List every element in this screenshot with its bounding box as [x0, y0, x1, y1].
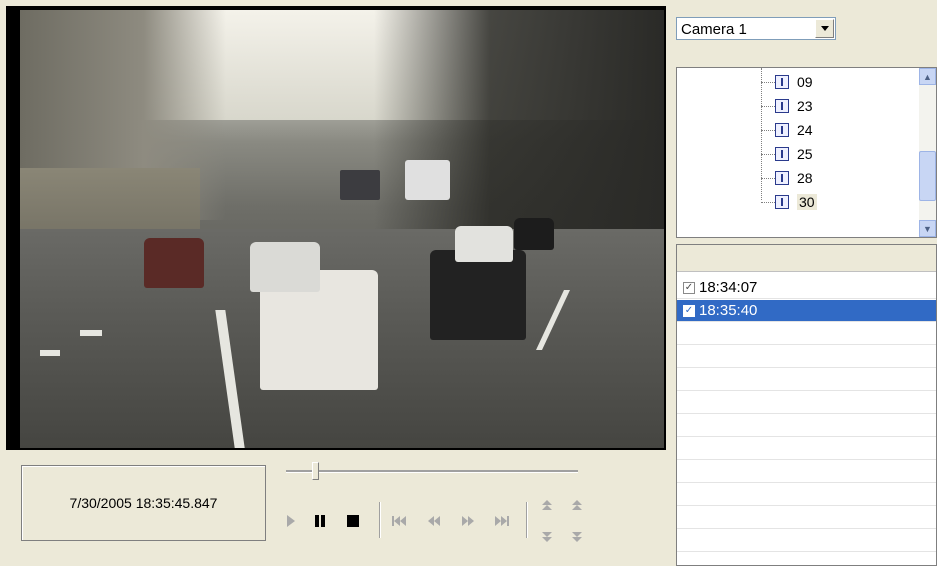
- step-up-icon[interactable]: [567, 496, 587, 516]
- tree-scrollbar[interactable]: ▲ ▼: [919, 68, 936, 237]
- skip-to-start-icon[interactable]: [389, 511, 409, 531]
- list-header: [677, 245, 936, 272]
- step-down-icon[interactable]: [567, 526, 587, 546]
- speed-down-icon[interactable]: [537, 526, 557, 546]
- chevron-down-icon[interactable]: [815, 19, 834, 38]
- timestamp-display: 7/30/2005 18:35:45.847: [21, 465, 266, 541]
- tree-item[interactable]: 23: [775, 96, 813, 116]
- recording-file-icon: [775, 171, 789, 185]
- speed-up-icon[interactable]: [537, 496, 557, 516]
- list-item[interactable]: ✓ 18:34:07: [677, 277, 936, 299]
- recording-file-icon: [775, 75, 789, 89]
- recording-file-icon: [775, 195, 789, 209]
- seek-slider[interactable]: [286, 470, 578, 473]
- tree-item[interactable]: 28: [775, 168, 813, 188]
- timestamp-text: 7/30/2005 18:35:45.847: [69, 495, 218, 511]
- camera-dropdown-value: Camera 1: [681, 21, 747, 38]
- play-icon[interactable]: [281, 511, 301, 531]
- fast-forward-icon[interactable]: [458, 511, 478, 531]
- tree-item[interactable]: 09: [775, 72, 813, 92]
- tree-item[interactable]: 25: [775, 144, 813, 164]
- skip-to-end-icon[interactable]: [492, 511, 512, 531]
- camera-dropdown[interactable]: Camera 1: [676, 17, 836, 40]
- recording-file-icon: [775, 147, 789, 161]
- seek-slider-thumb[interactable]: [312, 462, 320, 480]
- video-view[interactable]: [20, 10, 664, 448]
- checkbox[interactable]: ✓: [683, 281, 695, 294]
- scrollbar-thumb[interactable]: [919, 151, 936, 201]
- scroll-up-icon[interactable]: ▲: [919, 68, 936, 85]
- video-frame: [6, 6, 666, 450]
- recording-file-icon: [775, 123, 789, 137]
- list-item-selected[interactable]: ✓ 18:35:40: [677, 300, 936, 322]
- checkbox[interactable]: ✓: [683, 304, 695, 317]
- clip-list[interactable]: ✓ 18:34:07 ✓ 18:35:40: [676, 244, 937, 566]
- scroll-down-icon[interactable]: ▼: [919, 220, 936, 237]
- recording-file-icon: [775, 99, 789, 113]
- stop-icon[interactable]: [343, 511, 363, 531]
- recording-tree[interactable]: 09 23 24 25 28 30 ▲ ▼: [676, 67, 937, 238]
- rewind-icon[interactable]: [424, 511, 444, 531]
- pause-icon[interactable]: [310, 511, 330, 531]
- tree-item[interactable]: 24: [775, 120, 813, 140]
- tree-item-selected[interactable]: 30: [775, 192, 817, 212]
